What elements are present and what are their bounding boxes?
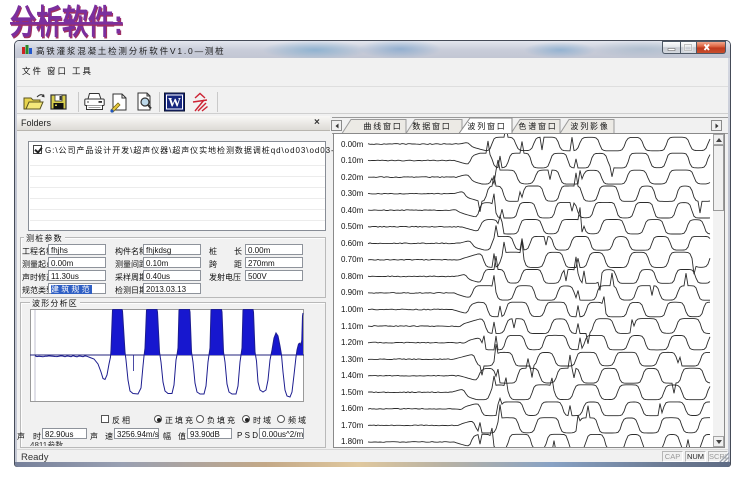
svg-text:W: W <box>168 95 181 110</box>
